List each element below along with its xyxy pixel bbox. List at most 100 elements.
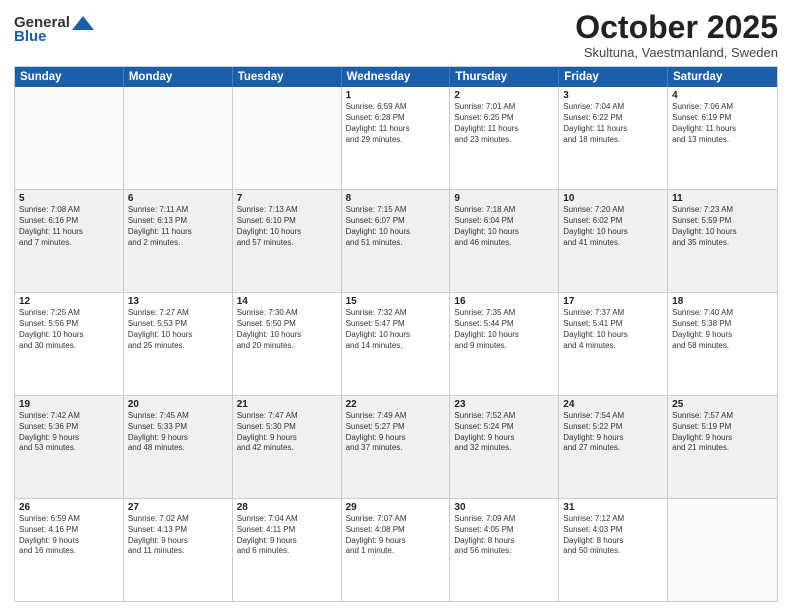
day-number: 16	[454, 296, 554, 307]
calendar-body: 1Sunrise: 6:59 AM Sunset: 6:28 PM Daylig…	[15, 87, 777, 601]
day-info: Sunrise: 7:04 AM Sunset: 6:22 PM Dayligh…	[563, 102, 663, 145]
calendar-week: 1Sunrise: 6:59 AM Sunset: 6:28 PM Daylig…	[15, 87, 777, 189]
location: Skultuna, Vaestmanland, Sweden	[575, 45, 778, 60]
calendar-cell: 8Sunrise: 7:15 AM Sunset: 6:07 PM Daylig…	[342, 190, 451, 292]
calendar-cell: 4Sunrise: 7:06 AM Sunset: 6:19 PM Daylig…	[668, 87, 777, 189]
day-info: Sunrise: 7:47 AM Sunset: 5:30 PM Dayligh…	[237, 411, 337, 454]
day-info: Sunrise: 7:02 AM Sunset: 4:13 PM Dayligh…	[128, 514, 228, 557]
day-number: 13	[128, 296, 228, 307]
calendar-cell: 16Sunrise: 7:35 AM Sunset: 5:44 PM Dayli…	[450, 293, 559, 395]
day-info: Sunrise: 7:13 AM Sunset: 6:10 PM Dayligh…	[237, 205, 337, 248]
day-info: Sunrise: 7:37 AM Sunset: 5:41 PM Dayligh…	[563, 308, 663, 351]
day-number: 23	[454, 399, 554, 410]
day-number: 11	[672, 193, 773, 204]
day-info: Sunrise: 6:59 AM Sunset: 6:28 PM Dayligh…	[346, 102, 446, 145]
day-info: Sunrise: 7:54 AM Sunset: 5:22 PM Dayligh…	[563, 411, 663, 454]
day-number: 19	[19, 399, 119, 410]
calendar-cell: 17Sunrise: 7:37 AM Sunset: 5:41 PM Dayli…	[559, 293, 668, 395]
calendar-cell: 10Sunrise: 7:20 AM Sunset: 6:02 PM Dayli…	[559, 190, 668, 292]
calendar-cell: 11Sunrise: 7:23 AM Sunset: 5:59 PM Dayli…	[668, 190, 777, 292]
day-number: 4	[672, 90, 773, 101]
header: General Blue October 2025 Skultuna, Vaes…	[14, 10, 778, 60]
calendar-week: 12Sunrise: 7:25 AM Sunset: 5:56 PM Dayli…	[15, 292, 777, 395]
logo: General Blue	[14, 14, 94, 45]
day-info: Sunrise: 7:35 AM Sunset: 5:44 PM Dayligh…	[454, 308, 554, 351]
calendar-cell	[668, 499, 777, 601]
day-info: Sunrise: 7:15 AM Sunset: 6:07 PM Dayligh…	[346, 205, 446, 248]
day-info: Sunrise: 7:25 AM Sunset: 5:56 PM Dayligh…	[19, 308, 119, 351]
day-info: Sunrise: 7:09 AM Sunset: 4:05 PM Dayligh…	[454, 514, 554, 557]
day-number: 15	[346, 296, 446, 307]
weekday-header: Thursday	[450, 67, 559, 87]
day-info: Sunrise: 7:49 AM Sunset: 5:27 PM Dayligh…	[346, 411, 446, 454]
day-number: 6	[128, 193, 228, 204]
day-number: 3	[563, 90, 663, 101]
calendar-cell: 7Sunrise: 7:13 AM Sunset: 6:10 PM Daylig…	[233, 190, 342, 292]
day-number: 28	[237, 502, 337, 513]
calendar-cell: 26Sunrise: 6:59 AM Sunset: 4:16 PM Dayli…	[15, 499, 124, 601]
day-number: 12	[19, 296, 119, 307]
weekday-header: Friday	[559, 67, 668, 87]
day-info: Sunrise: 7:42 AM Sunset: 5:36 PM Dayligh…	[19, 411, 119, 454]
day-number: 10	[563, 193, 663, 204]
day-number: 31	[563, 502, 663, 513]
weekday-header: Monday	[124, 67, 233, 87]
calendar-cell: 23Sunrise: 7:52 AM Sunset: 5:24 PM Dayli…	[450, 396, 559, 498]
calendar-cell: 6Sunrise: 7:11 AM Sunset: 6:13 PM Daylig…	[124, 190, 233, 292]
day-number: 14	[237, 296, 337, 307]
day-info: Sunrise: 7:52 AM Sunset: 5:24 PM Dayligh…	[454, 411, 554, 454]
day-info: Sunrise: 7:20 AM Sunset: 6:02 PM Dayligh…	[563, 205, 663, 248]
calendar-cell: 15Sunrise: 7:32 AM Sunset: 5:47 PM Dayli…	[342, 293, 451, 395]
weekday-header: Tuesday	[233, 67, 342, 87]
calendar-cell: 14Sunrise: 7:30 AM Sunset: 5:50 PM Dayli…	[233, 293, 342, 395]
day-number: 20	[128, 399, 228, 410]
calendar-cell: 22Sunrise: 7:49 AM Sunset: 5:27 PM Dayli…	[342, 396, 451, 498]
calendar-cell: 29Sunrise: 7:07 AM Sunset: 4:08 PM Dayli…	[342, 499, 451, 601]
calendar-cell: 20Sunrise: 7:45 AM Sunset: 5:33 PM Dayli…	[124, 396, 233, 498]
day-info: Sunrise: 7:01 AM Sunset: 6:25 PM Dayligh…	[454, 102, 554, 145]
calendar-cell: 19Sunrise: 7:42 AM Sunset: 5:36 PM Dayli…	[15, 396, 124, 498]
calendar-cell: 9Sunrise: 7:18 AM Sunset: 6:04 PM Daylig…	[450, 190, 559, 292]
day-info: Sunrise: 7:32 AM Sunset: 5:47 PM Dayligh…	[346, 308, 446, 351]
day-info: Sunrise: 7:27 AM Sunset: 5:53 PM Dayligh…	[128, 308, 228, 351]
calendar-cell: 1Sunrise: 6:59 AM Sunset: 6:28 PM Daylig…	[342, 87, 451, 189]
day-info: Sunrise: 7:45 AM Sunset: 5:33 PM Dayligh…	[128, 411, 228, 454]
day-info: Sunrise: 7:12 AM Sunset: 4:03 PM Dayligh…	[563, 514, 663, 557]
calendar-cell: 27Sunrise: 7:02 AM Sunset: 4:13 PM Dayli…	[124, 499, 233, 601]
day-number: 8	[346, 193, 446, 204]
calendar-cell: 5Sunrise: 7:08 AM Sunset: 6:16 PM Daylig…	[15, 190, 124, 292]
calendar-cell: 28Sunrise: 7:04 AM Sunset: 4:11 PM Dayli…	[233, 499, 342, 601]
calendar-cell: 2Sunrise: 7:01 AM Sunset: 6:25 PM Daylig…	[450, 87, 559, 189]
calendar-header: SundayMondayTuesdayWednesdayThursdayFrid…	[15, 67, 777, 87]
calendar-cell: 30Sunrise: 7:09 AM Sunset: 4:05 PM Dayli…	[450, 499, 559, 601]
day-number: 2	[454, 90, 554, 101]
day-number: 17	[563, 296, 663, 307]
calendar-week: 26Sunrise: 6:59 AM Sunset: 4:16 PM Dayli…	[15, 498, 777, 601]
day-number: 27	[128, 502, 228, 513]
day-number: 29	[346, 502, 446, 513]
day-number: 1	[346, 90, 446, 101]
day-info: Sunrise: 7:04 AM Sunset: 4:11 PM Dayligh…	[237, 514, 337, 557]
calendar-cell: 31Sunrise: 7:12 AM Sunset: 4:03 PM Dayli…	[559, 499, 668, 601]
day-number: 21	[237, 399, 337, 410]
day-number: 5	[19, 193, 119, 204]
weekday-header: Saturday	[668, 67, 777, 87]
day-info: Sunrise: 7:18 AM Sunset: 6:04 PM Dayligh…	[454, 205, 554, 248]
day-number: 24	[563, 399, 663, 410]
calendar-week: 5Sunrise: 7:08 AM Sunset: 6:16 PM Daylig…	[15, 189, 777, 292]
calendar-cell	[15, 87, 124, 189]
day-info: Sunrise: 7:30 AM Sunset: 5:50 PM Dayligh…	[237, 308, 337, 351]
logo-blue: Blue	[14, 28, 47, 45]
day-info: Sunrise: 7:07 AM Sunset: 4:08 PM Dayligh…	[346, 514, 446, 557]
title-block: October 2025 Skultuna, Vaestmanland, Swe…	[575, 10, 778, 60]
calendar-cell: 24Sunrise: 7:54 AM Sunset: 5:22 PM Dayli…	[559, 396, 668, 498]
calendar-cell	[233, 87, 342, 189]
calendar: SundayMondayTuesdayWednesdayThursdayFrid…	[14, 66, 778, 602]
day-number: 9	[454, 193, 554, 204]
calendar-cell: 21Sunrise: 7:47 AM Sunset: 5:30 PM Dayli…	[233, 396, 342, 498]
day-number: 26	[19, 502, 119, 513]
calendar-cell: 3Sunrise: 7:04 AM Sunset: 6:22 PM Daylig…	[559, 87, 668, 189]
day-number: 7	[237, 193, 337, 204]
day-info: Sunrise: 7:08 AM Sunset: 6:16 PM Dayligh…	[19, 205, 119, 248]
day-number: 30	[454, 502, 554, 513]
